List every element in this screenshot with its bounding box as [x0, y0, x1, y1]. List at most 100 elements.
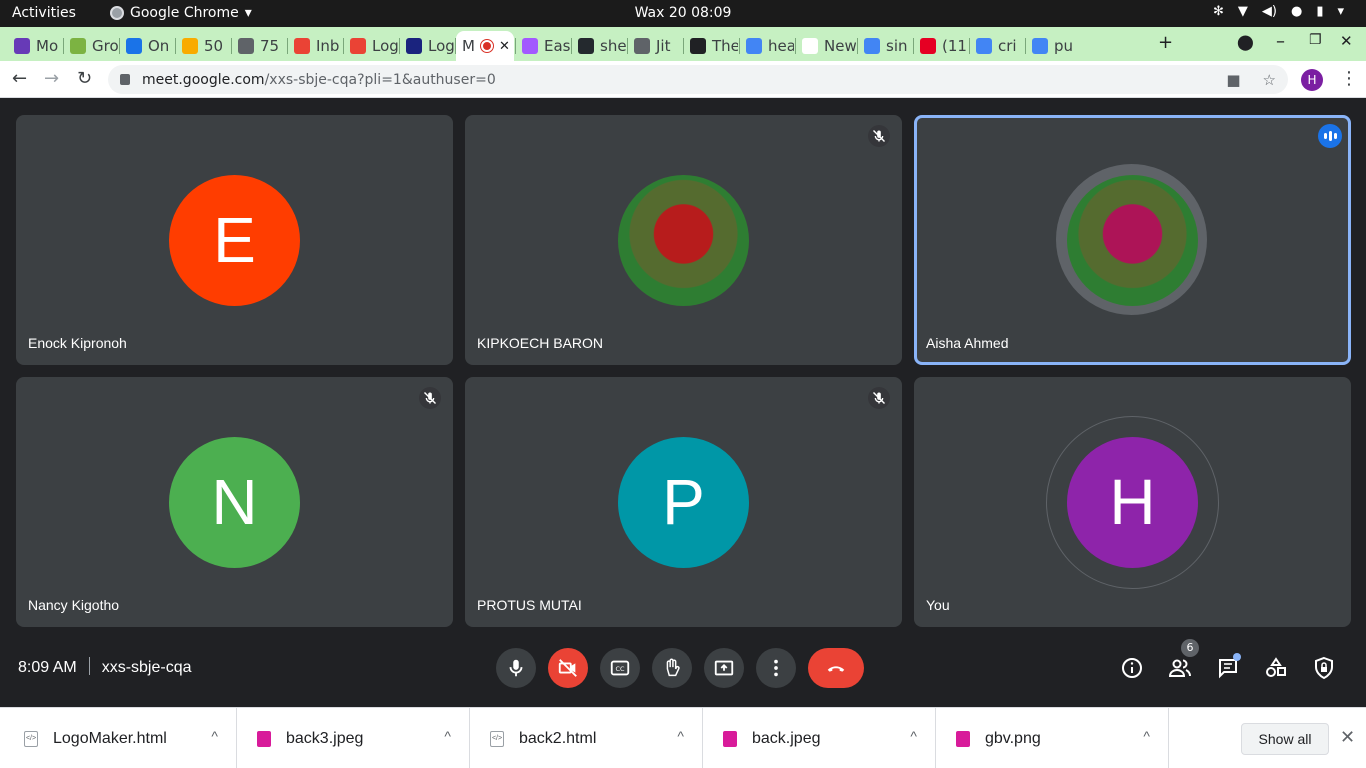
people-icon: [1168, 659, 1191, 677]
tab-search-icon[interactable]: ⬤: [1237, 33, 1254, 51]
reload-icon[interactable]: ↻: [77, 68, 92, 89]
avatar: [1067, 175, 1198, 306]
chevron-up-icon[interactable]: ^: [1143, 728, 1150, 744]
favicon-icon: [864, 38, 880, 54]
extension-icon[interactable]: ✻: [1213, 4, 1224, 19]
tab-label: Log: [372, 37, 398, 55]
favicon-icon: [238, 38, 254, 54]
unread-dot: [1233, 653, 1241, 661]
participant-tile[interactable]: Aisha Ahmed: [914, 115, 1351, 365]
favicon-icon: [522, 38, 538, 54]
chrome-icon: [110, 6, 124, 20]
participant-tile[interactable]: N Nancy Kigotho: [16, 377, 453, 627]
activities-button-meet[interactable]: [1262, 654, 1290, 682]
tab-active[interactable]: M ✕: [456, 31, 514, 61]
forward-arrow-icon[interactable]: →: [44, 68, 59, 89]
close-shelf-icon[interactable]: ✕: [1340, 727, 1355, 748]
system-clock[interactable]: Wax 20 08:09: [635, 5, 732, 21]
volume-icon: ◀): [1261, 4, 1277, 19]
tab-label: Eas: [544, 37, 570, 55]
browser-tab[interactable]: Mo: [8, 31, 62, 61]
chevron-up-icon[interactable]: ^: [677, 728, 684, 744]
browser-tab[interactable]: (11: [914, 31, 968, 61]
captions-icon: CC: [610, 660, 630, 676]
browser-tab[interactable]: 50: [176, 31, 230, 61]
battery-icon: ▮: [1316, 4, 1324, 19]
close-tab-icon[interactable]: ✕: [499, 39, 510, 54]
download-item[interactable]: </> back2.html ^: [470, 708, 703, 768]
participant-tile[interactable]: P PROTUS MUTAI: [465, 377, 902, 627]
tab-label: 50: [204, 37, 224, 55]
captions-button[interactable]: CC: [600, 648, 640, 688]
download-item[interactable]: </> LogoMaker.html ^: [4, 708, 237, 768]
browser-tab[interactable]: Gro: [64, 31, 118, 61]
new-tab-button[interactable]: +: [1158, 32, 1173, 53]
show-all-downloads-button[interactable]: Show all: [1241, 723, 1329, 755]
browser-tab[interactable]: New T: [796, 31, 856, 61]
browser-tab[interactable]: 75: [232, 31, 286, 61]
favicon-icon: [126, 38, 142, 54]
camera-off-icon: [558, 659, 577, 677]
meeting-time: 8:09 AM: [18, 659, 77, 676]
chrome-menu-icon[interactable]: ⋮: [1340, 68, 1358, 89]
download-filename: LogoMaker.html: [53, 729, 167, 747]
favicon-icon: [690, 38, 706, 54]
browser-tab[interactable]: Eas: [516, 31, 570, 61]
browser-tab[interactable]: On: [120, 31, 174, 61]
browser-tab[interactable]: she: [572, 31, 626, 61]
browser-tab[interactable]: The: [684, 31, 738, 61]
bookmark-star-icon[interactable]: ☆: [1263, 71, 1276, 89]
microphone-button[interactable]: [496, 648, 536, 688]
browser-tab[interactable]: Log: [344, 31, 398, 61]
tab-label: The: [712, 37, 738, 55]
participant-tile[interactable]: H You: [914, 377, 1351, 627]
browser-tab[interactable]: pu: [1026, 31, 1080, 61]
download-item[interactable]: back.jpeg ^: [703, 708, 936, 768]
tab-strip: Mo Gro On 50 75 Inb Log Log M ✕ Eas she Jit The hea New…: [0, 27, 1366, 61]
restore-icon[interactable]: ❐: [1309, 32, 1322, 48]
call-controls-bar: 8:09 AM xxs-sbje-cqa CC 6: [0, 628, 1366, 706]
app-menu[interactable]: Google Chrome ▾: [110, 5, 252, 21]
people-button[interactable]: [1166, 654, 1194, 682]
leave-call-button[interactable]: [808, 648, 864, 688]
meeting-details-button[interactable]: [1118, 654, 1146, 682]
system-tray[interactable]: ✻ ▼ ◀) ● ▮ ▾: [1213, 4, 1344, 19]
chevron-up-icon[interactable]: ^: [444, 728, 451, 744]
favicon-icon: [14, 38, 30, 54]
browser-tab[interactable]: Log: [400, 31, 454, 61]
activities-button[interactable]: Activities: [12, 5, 76, 21]
participant-tile[interactable]: KIPKOECH BARON: [465, 115, 902, 365]
chevron-up-icon[interactable]: ^: [910, 728, 917, 744]
favicon-icon: [350, 38, 366, 54]
image-file-icon: [257, 730, 271, 747]
download-shelf: </> LogoMaker.html ^ back3.jpeg ^ </> back2.ht…: [0, 707, 1366, 768]
address-bar[interactable]: meet.google.com/xxs-sbje-cqa?pli=1&authu…: [108, 65, 1288, 94]
tab-label: 75: [260, 37, 280, 55]
browser-tab[interactable]: cri: [970, 31, 1024, 61]
camera-off-button[interactable]: [548, 648, 588, 688]
chevron-up-icon[interactable]: ^: [211, 728, 218, 744]
browser-tab[interactable]: Inb: [288, 31, 342, 61]
profile-avatar[interactable]: H: [1301, 69, 1323, 91]
download-item[interactable]: back3.jpeg ^: [237, 708, 470, 768]
download-item[interactable]: gbv.png ^: [936, 708, 1169, 768]
participant-tile[interactable]: E Enock Kipronoh: [16, 115, 453, 365]
present-screen-button[interactable]: [704, 648, 744, 688]
raise-hand-button[interactable]: [652, 648, 692, 688]
more-options-button[interactable]: [756, 648, 796, 688]
browser-tab[interactable]: Jit: [628, 31, 682, 61]
avatar: E: [169, 175, 300, 306]
favicon-icon: [1032, 38, 1048, 54]
host-controls-button[interactable]: [1310, 654, 1338, 682]
camera-icon[interactable]: ■: [1226, 71, 1240, 89]
browser-tab[interactable]: hea: [740, 31, 794, 61]
info-icon: [1122, 658, 1142, 678]
browser-tab[interactable]: sin: [858, 31, 912, 61]
minimize-icon[interactable]: –: [1276, 31, 1285, 52]
download-filename: back.jpeg: [752, 729, 821, 747]
download-filename: gbv.png: [985, 729, 1041, 747]
hang-up-icon: [827, 666, 845, 672]
close-window-icon[interactable]: ✕: [1340, 32, 1353, 50]
back-arrow-icon[interactable]: ←: [12, 68, 27, 89]
wifi-icon: ▼: [1237, 4, 1248, 19]
